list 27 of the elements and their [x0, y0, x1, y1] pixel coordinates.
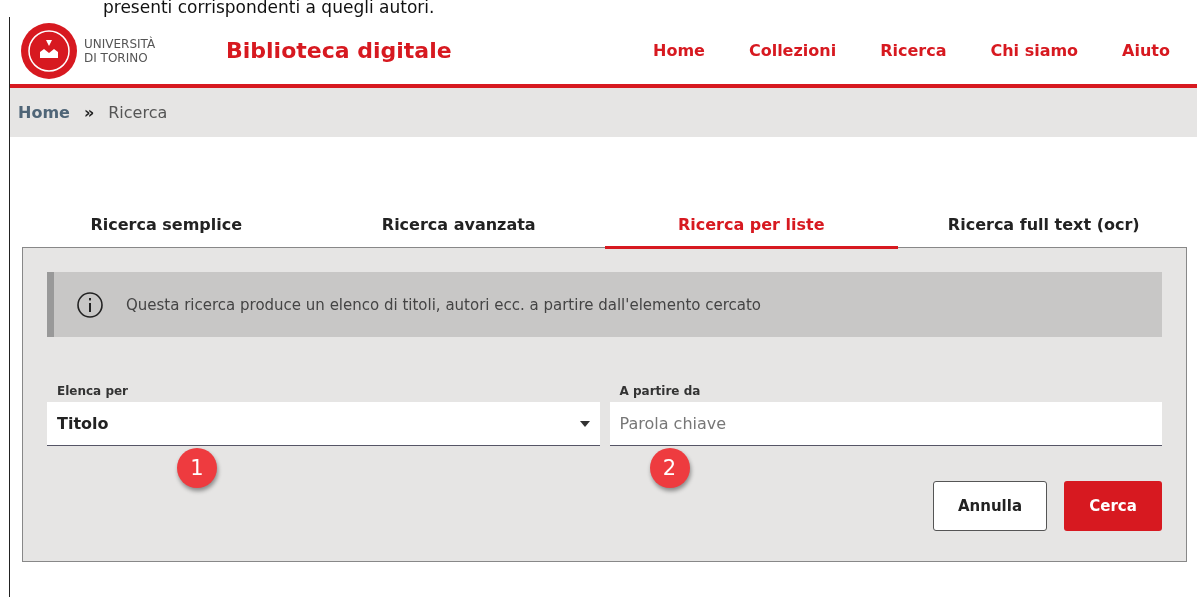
input-field[interactable]: Parola chiave: [609, 402, 1162, 446]
nav-link[interactable]: Collezioni: [748, 41, 837, 60]
search-button[interactable]: Cerca: [1064, 481, 1162, 531]
breadcrumb-current-page: Ricerca: [108, 103, 168, 122]
breadcrumb-link[interactable]: Home: [18, 103, 70, 122]
nav-link[interactable]: Ricerca: [880, 41, 947, 60]
step-badge: 2: [649, 448, 690, 488]
breadcrumb-separator: »: [83, 103, 95, 122]
paragraph-text: presenti corrispondenti a quegli autori.: [102, 0, 436, 17]
site-title: Biblioteca digitale: [226, 38, 453, 63]
search-tab[interactable]: Ricerca semplice: [20, 203, 313, 249]
info-icon: [76, 290, 104, 319]
university-seal-icon: [20, 21, 78, 80]
field-label: A partire da: [618, 384, 701, 398]
dropdown-field[interactable]: Titolo: [47, 402, 600, 446]
nav-link[interactable]: Home: [653, 41, 705, 60]
logo-text: UNIVERSITÀ: [84, 36, 156, 51]
caret-icon: [579, 420, 590, 427]
search-tab[interactable]: Ricerca avanzata: [312, 203, 605, 249]
cancel-button[interactable]: Annulla: [933, 481, 1047, 531]
nav-link[interactable]: Aiuto: [1122, 41, 1170, 60]
step-badge: 1: [177, 448, 217, 488]
field-label: Elenca per: [56, 384, 129, 398]
info-text: Questa ricerca produce un elenco di titoli, autori ecc. a partire dall'elemento cercato: [126, 295, 762, 314]
nav-link[interactable]: Chi siamo: [990, 41, 1079, 60]
logo-text: DI TORINO: [84, 50, 149, 65]
search-tab[interactable]: Ricerca full text (ocr): [897, 203, 1190, 249]
